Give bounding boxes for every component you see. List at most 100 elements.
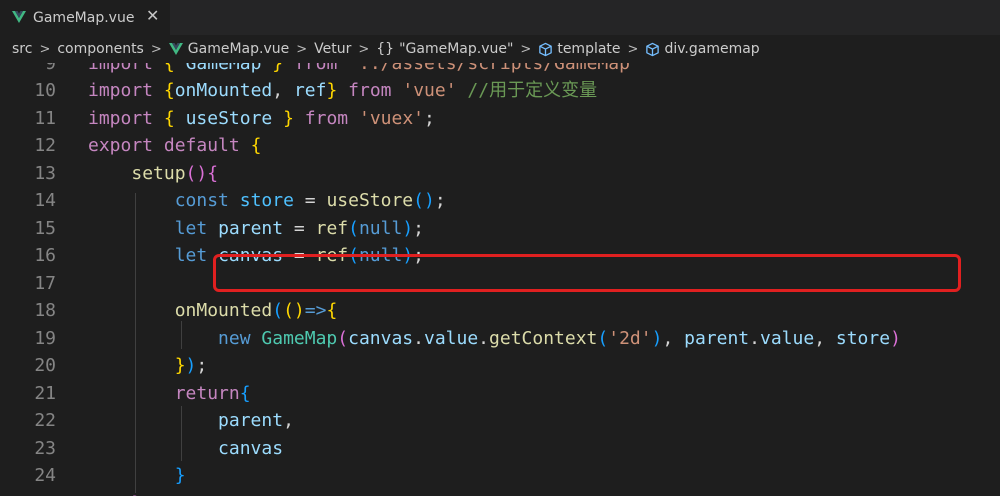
chevron-right-icon: > [627,41,639,57]
code-text: } [88,462,186,490]
code-token: . [749,327,760,349]
code-line[interactable]: 20 }); [0,352,1000,380]
code-token: { [163,107,175,129]
code-token: = [293,190,327,211]
code-text: return{ [88,380,251,408]
code-line[interactable]: 10 import {onMounted, ref} from 'vue' //用… [0,77,1000,105]
code-line[interactable]: 24 } [0,462,1000,490]
code-token: 'vue' [402,80,457,101]
code-token: => [304,300,327,321]
line-number: 25 [0,490,56,496]
code-line[interactable]: 11 import { useStore } from 'vuex'; [0,105,1000,133]
code-text: setup(){ [88,160,218,188]
code-line[interactable]: 16 let canvas = ref(null); [0,242,1000,270]
code-editor[interactable]: 9 import { GameMap } from '../assets/scri… [0,63,1000,496]
cube-icon [646,42,660,56]
code-token: , [814,327,836,349]
line-number: 15 [34,217,56,239]
vue-icon [168,42,183,55]
line-number: 14 [34,190,56,211]
code-token: } [283,107,294,129]
code-line[interactable]: 15 let parent = ref(null); [0,215,1000,243]
tab-gamemap-vue[interactable]: GameMap.vue ✕ [0,0,170,35]
code-line[interactable]: 14 const store = useStore(); [0,187,1000,215]
code-token: 'vuex' [359,107,425,129]
breadcrumb-item-file[interactable]: GameMap.vue [168,41,289,57]
cube-icon [539,42,553,56]
code-token: from [348,80,392,101]
code-token: ; [413,245,425,266]
code-token: getContext [489,327,598,349]
code-text: new GameMap(canvas.value.getContext('2d'… [88,325,901,353]
code-token: //用于定义变量 [467,80,598,101]
code-token: GameMap [185,63,262,74]
code-token: null [358,217,403,239]
line-number: 16 [34,245,56,266]
breadcrumb-item-src[interactable]: src [12,41,32,57]
code-line[interactable]: 9 import { GameMap } from '../assets/scri… [0,63,1000,77]
code-token: parent [218,410,284,431]
tab-title: GameMap.vue [33,9,135,26]
code-line[interactable]: 23 canvas [0,435,1000,463]
code-token: ) [402,217,414,239]
code-token: import [88,107,154,129]
code-token: GameMap [261,327,338,349]
code-line[interactable]: 19 new GameMap(canvas.value.getContext('… [0,325,1000,353]
code-token: . [478,327,490,349]
code-token: ( [597,327,609,349]
code-line[interactable]: 25 } [0,490,1000,496]
code-token: { [163,80,175,101]
code-line[interactable]: 12 export default { [0,132,1000,160]
code-token: , [662,327,685,349]
code-token: ) [890,327,901,349]
code-token: export [88,135,154,156]
code-line[interactable]: 17 [0,270,1000,298]
code-token: canvas [218,437,284,459]
breadcrumb: src > components > GameMap.vue > Vetur >… [0,35,1000,63]
code-token: { [250,135,262,156]
code-line[interactable]: 21 return{ [0,380,1000,408]
code-text: parent, [88,407,294,435]
breadcrumb-item-components[interactable]: components [57,41,144,57]
code-token: ; [424,107,435,129]
code-token: = [283,245,316,266]
breadcrumb-item-vetur[interactable]: Vetur [314,41,351,57]
code-token: ; [413,217,425,239]
code-token: ( [348,217,359,239]
code-token: import [88,80,154,101]
breadcrumb-item-object[interactable]: {} "GameMap.vue" [376,41,513,57]
code-text: import {onMounted, ref} from 'vue' //用于定… [88,77,597,105]
code-token: const [174,190,229,211]
breadcrumb-item-div-gamemap[interactable]: div.gamemap [645,41,760,57]
code-token: useStore [185,107,273,129]
code-line[interactable]: 18 onMounted(()=>{ [0,297,1000,325]
code-text: const store = useStore(); [88,187,446,215]
code-line[interactable]: 22 parent, [0,407,1000,435]
vue-icon [12,11,26,23]
code-token: = [283,217,316,239]
line-number: 18 [34,300,56,321]
code-token: default [163,135,240,156]
close-icon[interactable]: ✕ [146,6,159,25]
code-token: parent [218,217,284,239]
line-number: 23 [34,437,56,459]
code-text: canvas [88,435,283,463]
code-token: ) [402,245,414,266]
code-token: import [88,63,154,74]
line-number: 20 [34,355,56,376]
code-token: ref [315,245,349,266]
code-line[interactable]: 13 setup(){ [0,160,1000,188]
breadcrumb-item-template[interactable]: template [538,41,621,57]
